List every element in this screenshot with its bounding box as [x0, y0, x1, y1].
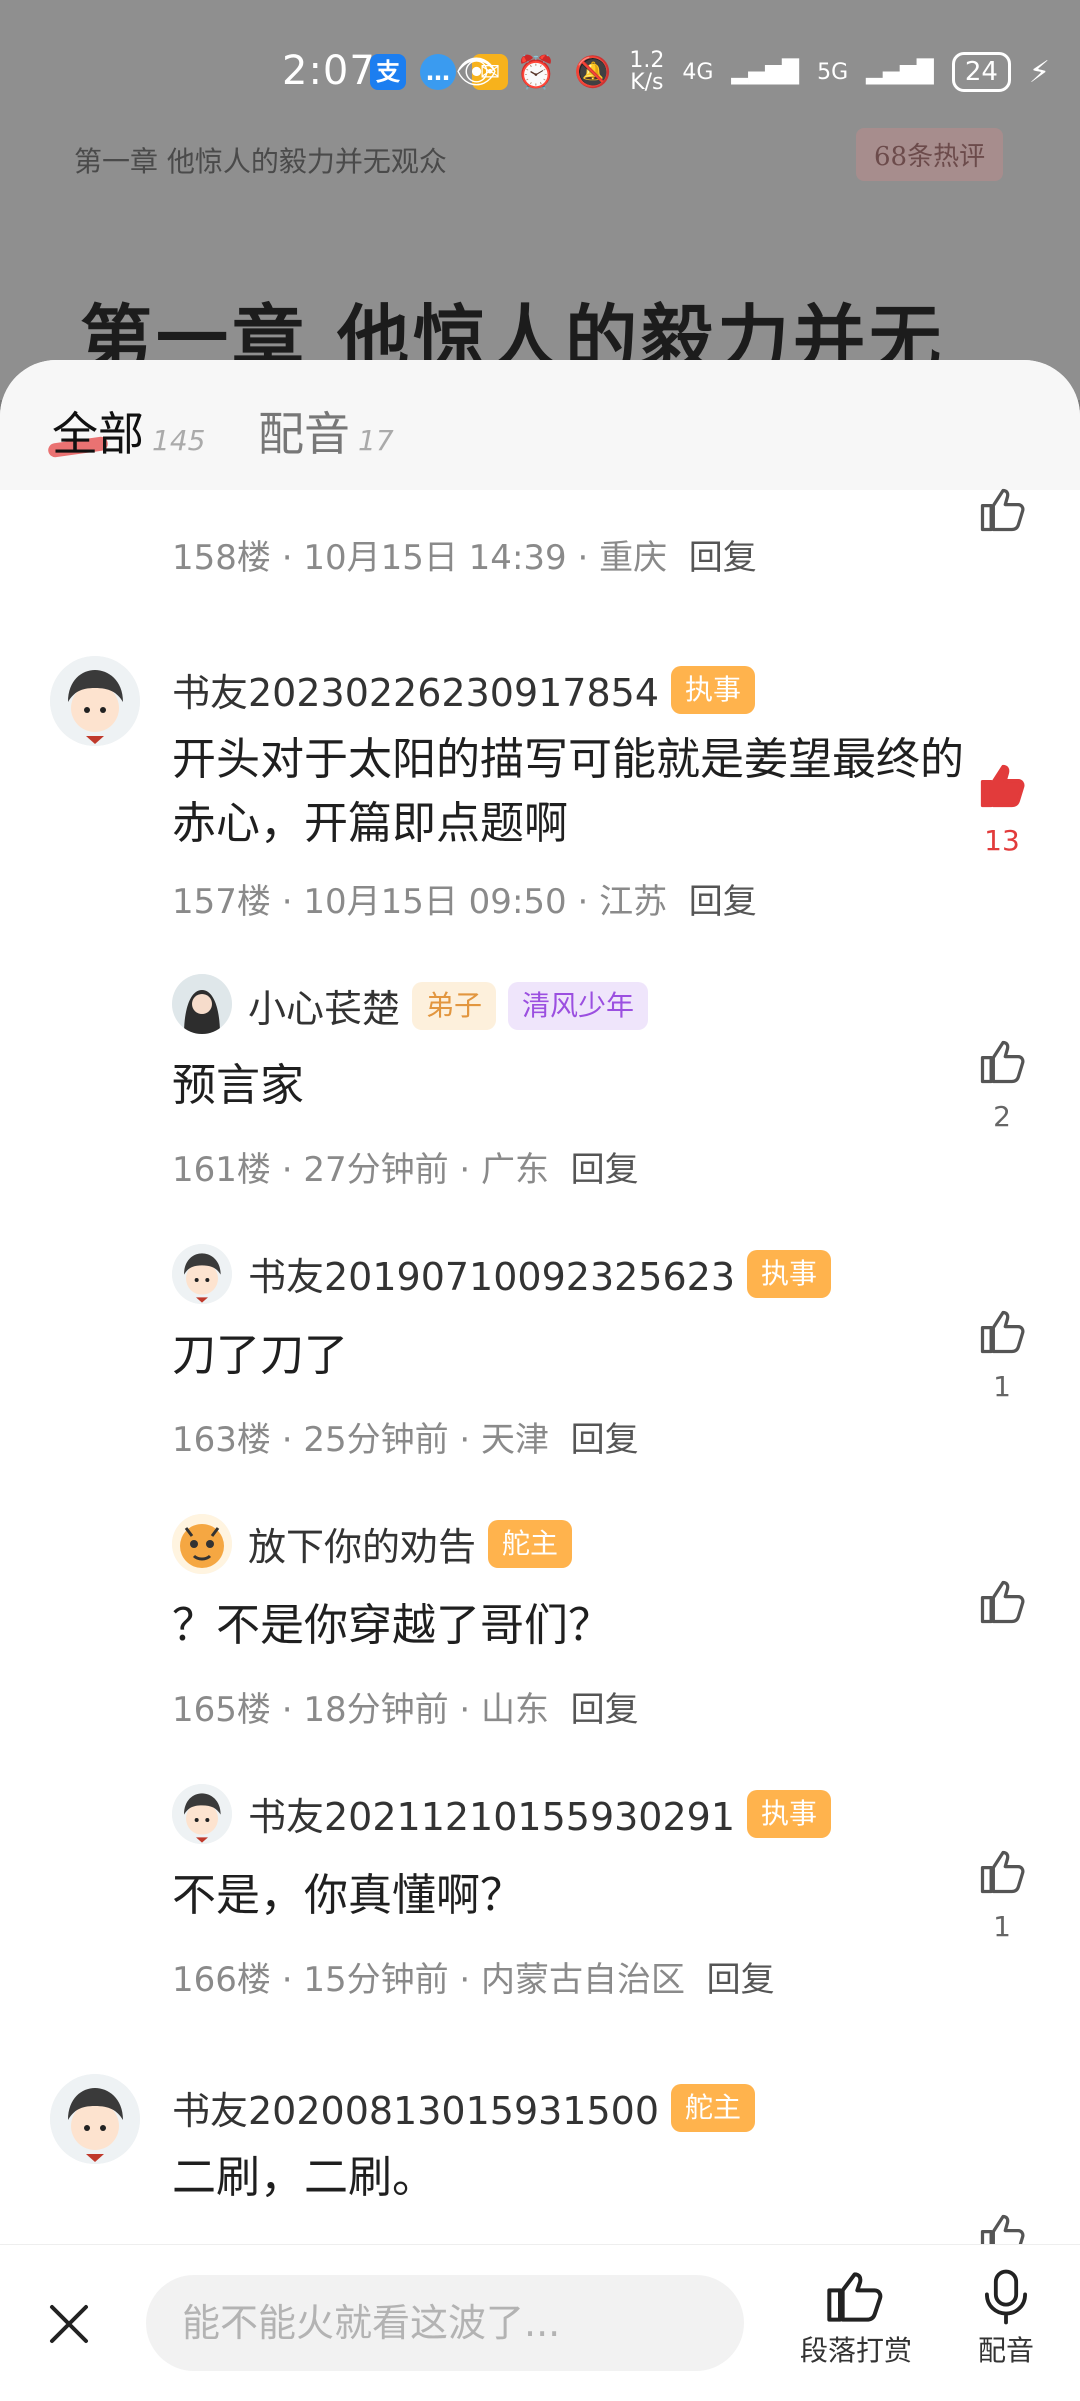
user-badge: 执事	[671, 665, 756, 714]
tab-voice[interactable]: 配音 17	[258, 398, 394, 464]
tab-count: 17	[358, 424, 394, 457]
charging-icon: ⚡	[1028, 54, 1050, 90]
user-badge: 舵主	[488, 1519, 573, 1568]
signal-bars-icon: ▂▄▆█	[866, 59, 934, 85]
like-count: 2	[993, 1100, 1011, 1133]
voice-button[interactable]: 配音	[978, 2269, 1034, 2369]
status-right: 👁 ⏰ 🔕 1.2 K/s 4G ▂▄▆█ 5G ▂▄▆█ 24 ⚡	[455, 50, 1050, 94]
alipay-icon: 支	[370, 54, 406, 90]
tab-label: 配音	[258, 407, 350, 461]
message-icon: …	[420, 54, 456, 90]
alarm-icon: ⏰	[516, 53, 556, 91]
reward-thumb-icon	[827, 2272, 883, 2322]
reply-button[interactable]: 回复	[689, 882, 757, 922]
comment-text: 预言家	[172, 1060, 304, 1111]
comment-author[interactable]: 书友20211210155930291 执事	[248, 1786, 832, 1841]
thumbs-up-icon[interactable]	[976, 1846, 1028, 1898]
reward-label: 段落打赏	[800, 2334, 913, 2367]
mute-icon: 🔕	[574, 54, 612, 90]
comment-meta: 157楼 · 10月15日 09:50 · 江苏 回复	[172, 882, 757, 922]
avatar[interactable]	[50, 2074, 140, 2164]
comment-text: 二刷，二刷。	[172, 2152, 436, 2203]
avatar[interactable]	[50, 656, 140, 746]
bottom-bar: 能不能火就看这波了... 段落打赏 配音	[0, 2244, 1080, 2401]
comment-meta: 158楼 · 10月15日 14:39 · 重庆 回复	[172, 538, 757, 578]
comment-sheet: 全部 145 配音 17 158楼 · 10月15日 14:39 · 重庆 回复…	[0, 360, 1080, 2400]
reply-button[interactable]: 回复	[571, 1150, 639, 1190]
voice-label: 配音	[978, 2334, 1035, 2367]
comment-author[interactable]: 放下你的劝告 舵主	[248, 1516, 573, 1571]
comment-meta: 165楼 · 18分钟前 · 山东 回复	[172, 1690, 639, 1730]
comment-author[interactable]: 书友20190710092325623 执事	[248, 1246, 832, 1301]
reply-button[interactable]: 回复	[571, 1690, 639, 1730]
tab-count: 145	[152, 424, 206, 457]
tab-label: 全部	[52, 407, 144, 461]
comment-meta: 161楼 · 27分钟前 · 广东 回复	[172, 1150, 639, 1190]
reply-button[interactable]: 回复	[571, 1420, 639, 1460]
signal-bars-icon: ▂▄▆█	[731, 59, 800, 85]
user-badge: 执事	[747, 1789, 832, 1838]
user-badge: 弟子	[412, 981, 497, 1030]
status-time: 2:07	[282, 48, 376, 94]
battery-level: 24	[951, 52, 1011, 92]
comment-text: 不是，你真懂啊？	[172, 1870, 524, 1921]
comment-text: 刀了刀了	[172, 1330, 348, 1381]
paragraph-reward-button[interactable]: 段落打赏	[800, 2269, 912, 2369]
thumbs-up-icon[interactable]	[976, 1036, 1028, 1088]
comment-list: 158楼 · 10月15日 14:39 · 重庆 回复 书友2023022623…	[0, 488, 1080, 2390]
microphone-icon	[985, 2269, 1027, 2325]
signal-4g: 4G	[682, 59, 714, 85]
avatar[interactable]	[172, 1244, 232, 1304]
comment-text: 开头对于太阳的描写可能就是姜望最终的赤心，开篇即点题啊	[172, 734, 964, 849]
comment-author[interactable]: 小心苌楚 弟子 清风少年	[248, 978, 649, 1033]
network-speed: 1.2 K/s	[629, 48, 665, 95]
chapter-title-small: 第一章 他惊人的毅力并无观众	[74, 145, 447, 178]
comment-author[interactable]: 书友20200813015931500 舵主	[172, 2080, 756, 2135]
comment-meta: 163楼 · 25分钟前 · 天津 回复	[172, 1420, 639, 1460]
thumbs-up-icon[interactable]	[976, 1306, 1028, 1358]
thumbs-up-icon[interactable]	[976, 484, 1028, 536]
signal-5g: 5G	[817, 59, 849, 85]
avatar[interactable]	[172, 1514, 232, 1574]
user-badge: 执事	[747, 1249, 832, 1298]
tab-all[interactable]: 全部 145	[52, 398, 205, 464]
status-bar: 2:07 支 … ✉ 👁 ⏰ 🔕 1.2 K/s 4G ▂▄▆█ 5G ▂▄▆█…	[0, 40, 1080, 110]
reply-button[interactable]: 回复	[689, 538, 757, 578]
eye-icon: 👁	[454, 52, 499, 92]
comment-input[interactable]: 能不能火就看这波了...	[146, 2275, 744, 2371]
comment-author[interactable]: 书友20230226230917854 执事	[172, 662, 756, 717]
avatar[interactable]	[172, 974, 232, 1034]
user-badge: 清风少年	[508, 981, 649, 1030]
comment-meta: 166楼 · 15分钟前 · 内蒙古自治区 回复	[172, 1960, 775, 2000]
reader-background: 2:07 支 … ✉ 👁 ⏰ 🔕 1.2 K/s 4G ▂▄▆█ 5G ▂▄▆█…	[0, 0, 1080, 400]
comment-text: ？不是你穿越了哥们？	[172, 1600, 612, 1651]
close-icon[interactable]	[44, 2299, 94, 2349]
reply-button[interactable]: 回复	[707, 1960, 775, 2000]
like-count: 1	[993, 1910, 1011, 1943]
hot-comments-badge[interactable]: 68条热评	[856, 128, 1004, 181]
thumbs-up-filled-icon[interactable]	[976, 760, 1028, 812]
avatar[interactable]	[172, 1784, 232, 1844]
like-count: 13	[984, 824, 1020, 857]
like-count: 1	[993, 1370, 1011, 1403]
comment-tabs: 全部 145 配音 17	[0, 360, 1080, 490]
thumbs-up-icon[interactable]	[976, 1576, 1028, 1628]
user-badge: 舵主	[671, 2083, 756, 2132]
